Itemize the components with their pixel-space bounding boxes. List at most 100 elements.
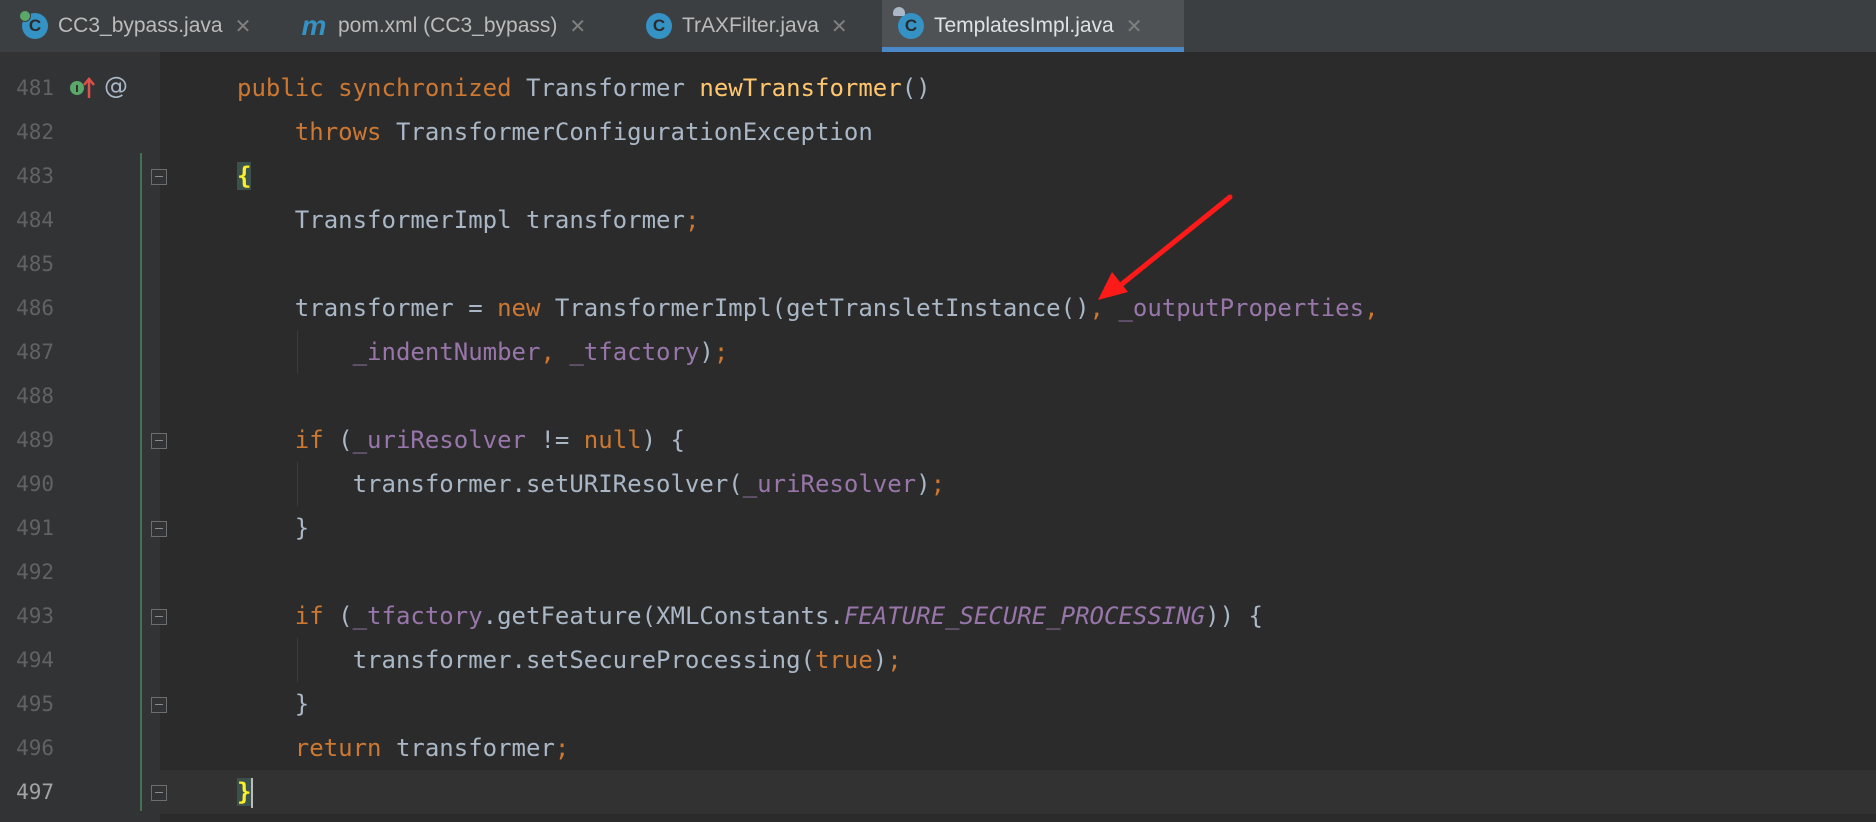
editor-tab-bar: C CC3_bypass.java ✕ m pom.xml (CC3_bypas… [0, 0, 1876, 53]
line-number: 497 [16, 780, 54, 804]
punctuation: ( [338, 602, 353, 630]
field-name: _uriResolver [352, 426, 526, 454]
java-class-icon: C [646, 13, 672, 39]
code-text: TransformerImpl transformer [294, 206, 685, 234]
static-constant: FEATURE_SECURE_PROCESSING [843, 602, 1206, 630]
fold-end-marker[interactable] [151, 697, 167, 713]
line-number: 495 [16, 692, 54, 716]
brace: } [294, 690, 310, 718]
fold-marker[interactable] [151, 169, 167, 185]
semicolon: ; [554, 734, 570, 762]
operator: != [526, 426, 584, 454]
semicolon: ; [930, 470, 946, 498]
punctuation: ) { [641, 426, 685, 454]
line-number: 492 [16, 560, 54, 584]
punctuation: ) [699, 338, 714, 366]
line-number: 488 [16, 384, 54, 408]
fold-end-marker[interactable] [151, 521, 167, 537]
tab-pom-xml[interactable]: m pom.xml (CC3_bypass) ✕ [290, 0, 630, 52]
comma: , [1089, 294, 1104, 322]
punctuation: ) [916, 470, 931, 498]
code-line-495[interactable]: } [237, 682, 309, 726]
code-line-493[interactable]: if (_tfactory.getFeature(XMLConstants.FE… [237, 594, 1263, 638]
code-line-489[interactable]: if (_uriResolver != null) { [237, 418, 685, 462]
code-line-481[interactable]: public synchronized Transformer newTrans… [237, 66, 931, 110]
svg-text:I: I [75, 84, 79, 95]
code-line-487[interactable]: _indentNumber, _tfactory); [237, 330, 729, 374]
semicolon: ; [684, 206, 700, 234]
line-number: 482 [16, 120, 54, 144]
field-name: _tfactory [352, 602, 483, 630]
annotation-at-icon[interactable]: @ [104, 72, 128, 100]
keyword: null [583, 426, 642, 454]
fold-end-marker[interactable] [151, 785, 167, 801]
code-line-483[interactable]: { [237, 154, 252, 198]
text-caret [251, 778, 254, 808]
code-line-484[interactable]: TransformerImpl transformer; [237, 198, 700, 242]
line-number: 490 [16, 472, 54, 496]
gutter[interactable]: 481 482 483 484 485 486 487 488 489 490 … [0, 52, 167, 822]
comma: , [540, 338, 555, 366]
java-class-readonly-icon: C [893, 7, 924, 39]
code-editor[interactable]: 481 482 483 484 485 486 487 488 489 490 … [0, 52, 1876, 822]
vcs-change-marker[interactable] [140, 153, 142, 811]
keyword: throws [294, 118, 382, 146]
tab-cc3-bypass[interactable]: C CC3_bypass.java ✕ [0, 0, 290, 52]
line-number: 489 [16, 428, 54, 452]
line-number: 484 [16, 208, 54, 232]
code-text: transformer.setSecureProcessing( [352, 646, 815, 674]
punctuation: ) [872, 646, 888, 674]
tab-label: CC3_bypass.java [58, 14, 223, 37]
matched-brace: } [237, 778, 252, 806]
tab-templatesimpl[interactable]: C TemplatesImpl.java ✕ [882, 0, 1184, 52]
line-number: 493 [16, 604, 54, 628]
close-icon[interactable]: ✕ [569, 14, 586, 39]
matched-brace: { [237, 162, 252, 190]
field-name: _indentNumber [352, 338, 541, 366]
code-text: transformer [395, 734, 555, 762]
maven-icon: m [301, 10, 327, 41]
code-text: transformer.setURIResolver( [352, 470, 743, 498]
keyword: synchronized [338, 74, 512, 102]
line-number: 483 [16, 164, 54, 188]
fold-marker[interactable] [151, 609, 167, 625]
code-line-486[interactable]: transformer = new TransformerImpl(getTra… [237, 286, 1379, 330]
close-icon[interactable]: ✕ [831, 14, 848, 39]
close-icon[interactable]: ✕ [1126, 14, 1143, 39]
line-number: 486 [16, 296, 54, 320]
tab-label: TrAXFilter.java [682, 14, 819, 37]
line-number: 494 [16, 648, 54, 672]
line-number: 485 [16, 252, 54, 276]
line-number: 496 [16, 736, 54, 760]
code-text: transformer = [294, 294, 498, 322]
punctuation: )) { [1205, 602, 1263, 630]
code-line-490[interactable]: transformer.setURIResolver(_uriResolver)… [237, 462, 945, 506]
semicolon: ; [887, 646, 902, 674]
punctuation: ( [338, 426, 353, 454]
fold-marker[interactable] [151, 433, 167, 449]
code-line-494[interactable]: transformer.setSecureProcessing(true); [237, 638, 902, 682]
line-number: 481 [16, 76, 54, 100]
field-name: _uriResolver [742, 470, 917, 498]
method-name: newTransformer [699, 74, 902, 102]
semicolon: ; [713, 338, 729, 366]
field-name: _outputProperties [1118, 294, 1365, 322]
code-line-496[interactable]: return transformer; [237, 726, 570, 770]
current-line-highlight [160, 770, 1876, 814]
code-line-491[interactable]: } [237, 506, 309, 550]
type-name: Transformer [526, 74, 685, 102]
close-icon[interactable]: ✕ [235, 14, 252, 39]
tab-traxfilter[interactable]: C TrAXFilter.java ✕ [630, 0, 882, 52]
type-name: TransformerConfigurationException [395, 118, 873, 146]
code-line-482[interactable]: throws TransformerConfigurationException [237, 110, 873, 154]
line-number: 487 [16, 340, 54, 364]
keyword: return [294, 734, 382, 762]
keyword: if [294, 602, 324, 630]
tab-label: TemplatesImpl.java [934, 14, 1114, 37]
line-number: 491 [16, 516, 54, 540]
code-text: .getFeature(XMLConstants. [482, 602, 844, 630]
keyword: true [814, 646, 873, 674]
code-text: TransformerImpl(getTransletInstance() [554, 294, 1090, 322]
code-line-497[interactable]: } [237, 770, 254, 814]
implementing-method-icon[interactable]: I [68, 74, 96, 102]
